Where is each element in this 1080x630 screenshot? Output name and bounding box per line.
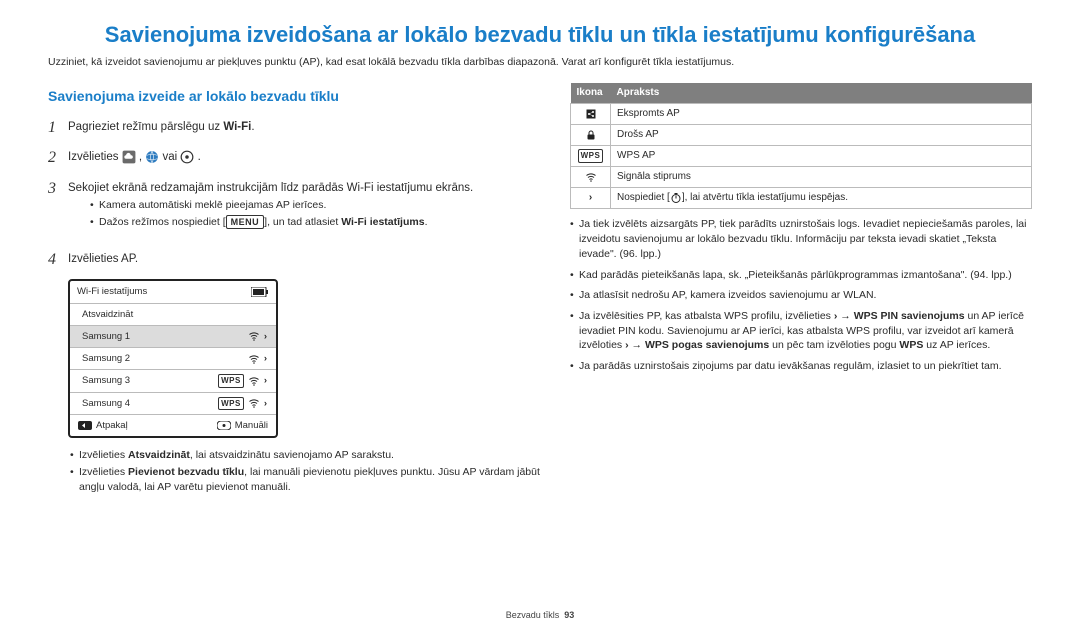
page-footer: Bezvadu tīkls 93 [0,609,1080,622]
adhoc-icon [585,108,597,120]
chevron-right-icon: › [264,374,267,387]
circle-dot-icon [180,150,194,164]
cloud-icon [122,150,136,164]
step-1: Pagrieziet režīmu pārslēgu uz Wi-Fi. [68,117,255,139]
right-li-1: Ja tiek izvēlēts aizsargāts PP, tiek par… [570,217,1032,261]
wifi-icon [248,330,260,342]
battery-icon [251,287,269,297]
step-number-3: 3 [48,178,68,241]
step-number-4: 4 [48,249,68,271]
lock-icon [585,129,597,141]
wps-badge: WPS [578,149,604,162]
step-3: Sekojiet ekrānā redzamajām instrukcijām … [68,178,473,241]
wps-badge: WPS [218,374,244,387]
wifi-settings-mockup: Wi-Fi iestatījums Atsvaidzināt Samsung 1… [68,279,278,438]
row-secure: Drošs AP [611,125,1032,146]
step-number-1: 1 [48,117,68,139]
page-title: Savienojuma izveidošana ar lokālo bezvad… [48,20,1032,51]
chevron-right-icon: › [264,352,267,365]
signal-icon [585,171,597,183]
page-intro: Uzziniet, kā izveidot savienojumu ar pie… [48,55,1032,70]
device-row-samsung-2: Samsung 2 › [70,347,276,369]
wifi-icon [248,375,260,387]
step-3-sub-2: Dažos režīmos nospiediet [MENU], un tad … [90,215,473,230]
timer-icon [670,192,682,204]
row-wps: WPS AP [611,146,1032,167]
device-title: Wi-Fi iestatījums [77,285,147,298]
row-signal: Signāla stiprums [611,167,1032,188]
section-title: Savienojuma izveide ar lokālo bezvadu tī… [48,87,544,107]
chevron-right-icon: › [589,192,592,203]
manual-button: Manuāli [217,419,268,432]
wifi-label: Wi-Fi [223,121,251,133]
after-device-1: Izvēlieties Atsvaidzināt, lai atsvaidzin… [70,448,544,463]
device-row-refresh: Atsvaidzināt [70,303,276,325]
th-desc: Apraksts [611,83,1032,104]
step-number-2: 2 [48,147,68,169]
step-3-sub-1: Kamera automātiski meklē pieejamas AP ie… [90,198,473,213]
chevron-right-icon: › [264,397,267,410]
th-icon: Ikona [571,83,611,104]
right-li-2: Kad parādās pieteikšanās lapa, sk. „Piet… [570,268,1032,283]
right-li-4: Ja izvēlēsities PP, kas atbalsta WPS pro… [570,309,1032,353]
device-row-samsung-4: Samsung 4 WPS › [70,392,276,414]
row-adhoc: Ekspromts AP [611,104,1032,125]
globe-icon [145,150,159,164]
device-row-samsung-1: Samsung 1 › [70,325,276,347]
wifi-icon [248,397,260,409]
icon-table: Ikona Apraksts Ekspromts AP Drošs AP WPS… [570,83,1032,209]
wps-badge: WPS [218,397,244,410]
device-row-samsung-3: Samsung 3 WPS › [70,369,276,391]
right-li-5: Ja parādās uznirstošais ziņojums par dat… [570,359,1032,374]
wifi-icon [248,353,260,365]
right-li-3: Ja atlasīsit nedrošu AP, kamera izveidos… [570,288,1032,303]
menu-keycap: MENU [226,215,265,230]
chevron-right-icon: › [264,330,267,343]
after-device-2: Izvēlieties Pievienot bezvadu tīklu, lai… [70,465,544,494]
step-4: Izvēlieties AP. [68,249,138,271]
back-button: Atpakaļ [78,419,128,432]
step-2: Izvēlieties , vai . [68,147,201,169]
row-options: Nospiediet [], lai atvērtu tīkla iestatī… [611,188,1032,209]
